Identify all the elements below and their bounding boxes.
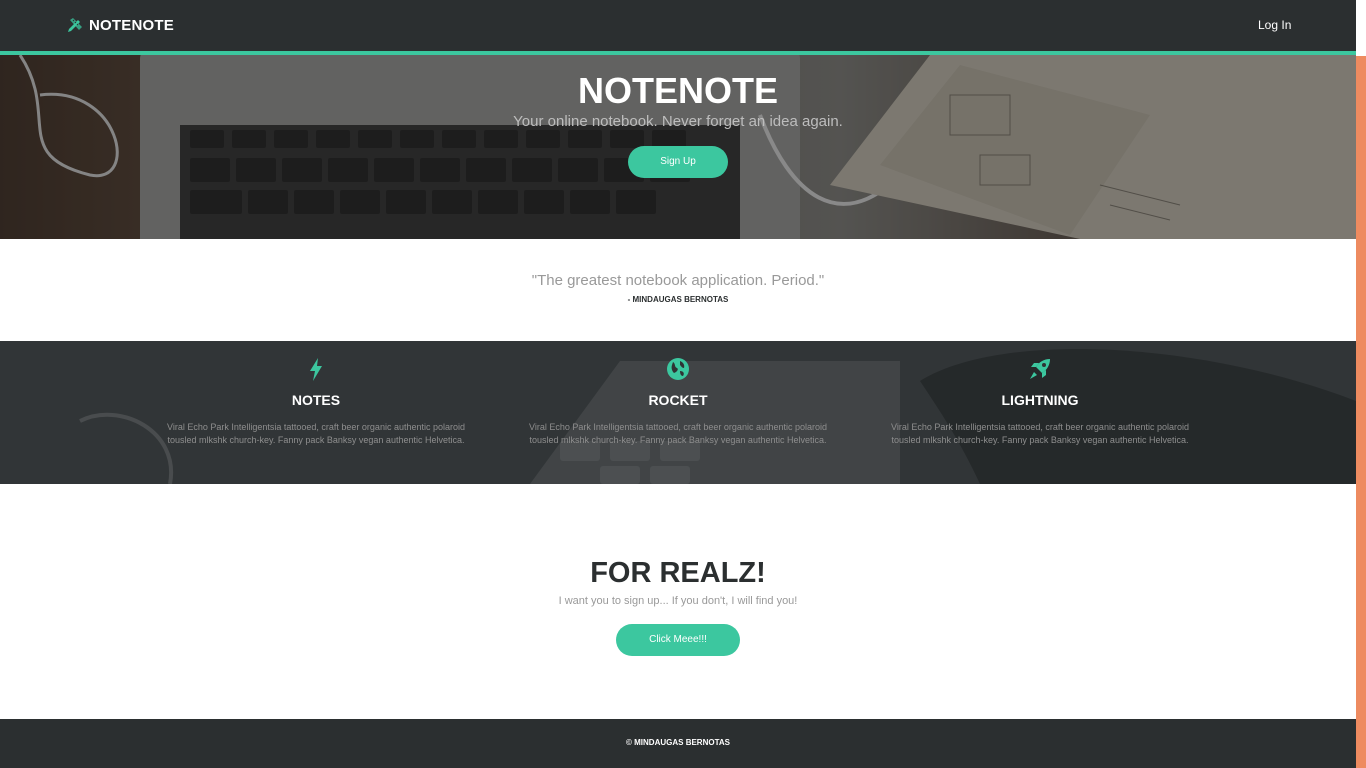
pencil-ruler-icon	[68, 18, 82, 32]
hero-subtitle: Your online notebook. Never forget an id…	[513, 113, 843, 130]
click-me-button[interactable]: Click Meee!!!	[616, 624, 740, 656]
scrollbar-thumb[interactable]	[1356, 56, 1366, 768]
feature-lightning: LIGHTNING Viral Echo Park Intelligentsia…	[885, 341, 1195, 484]
testimonial-author: - MINDAUGAS BERNOTAS	[627, 295, 729, 304]
footer-copyright: © MINDAUGAS BERNOTAS	[626, 738, 730, 747]
cta-subtitle: I want you to sign up... If you don't, I…	[558, 595, 798, 607]
cta-section: FOR REALZ! I want you to sign up... If y…	[0, 484, 1356, 719]
feature-title: LIGHTNING	[1001, 392, 1079, 408]
hero-title: NOTENOTE	[577, 70, 778, 111]
brand-logo[interactable]: NOTENOTE	[67, 16, 174, 34]
globe-icon	[667, 358, 689, 380]
hero-section: NOTENOTE Your online notebook. Never for…	[0, 55, 1356, 239]
feature-description: Viral Echo Park Intelligentsia tattooed,…	[528, 422, 827, 445]
feature-rocket: ROCKET Viral Echo Park Intelligentsia ta…	[523, 341, 833, 484]
brand-name: NOTENOTE	[89, 16, 174, 34]
signup-button[interactable]: Sign Up	[628, 146, 728, 178]
feature-title: ROCKET	[648, 392, 708, 408]
rocket-icon	[1030, 359, 1050, 379]
cta-title: FOR REALZ!	[590, 557, 766, 589]
features-section: NOTES Viral Echo Park Intelligentsia tat…	[0, 341, 1356, 484]
navbar: NOTENOTE Log In	[0, 0, 1356, 51]
feature-description: Viral Echo Park Intelligentsia tattooed,…	[166, 422, 465, 445]
login-link[interactable]: Log In	[1258, 18, 1291, 32]
scrollbar[interactable]	[1356, 0, 1366, 768]
lightning-bolt-icon	[310, 358, 322, 381]
page: NOTENOTE Log In NOTENOTE Your online not…	[0, 0, 1356, 768]
testimonial-quote: "The greatest notebook application. Peri…	[531, 272, 825, 289]
footer: © MINDAUGAS BERNOTAS	[0, 719, 1356, 768]
feature-title: NOTES	[291, 392, 341, 408]
testimonial-section: "The greatest notebook application. Peri…	[0, 239, 1356, 341]
feature-notes: NOTES Viral Echo Park Intelligentsia tat…	[161, 341, 471, 484]
feature-description: Viral Echo Park Intelligentsia tattooed,…	[890, 422, 1189, 445]
